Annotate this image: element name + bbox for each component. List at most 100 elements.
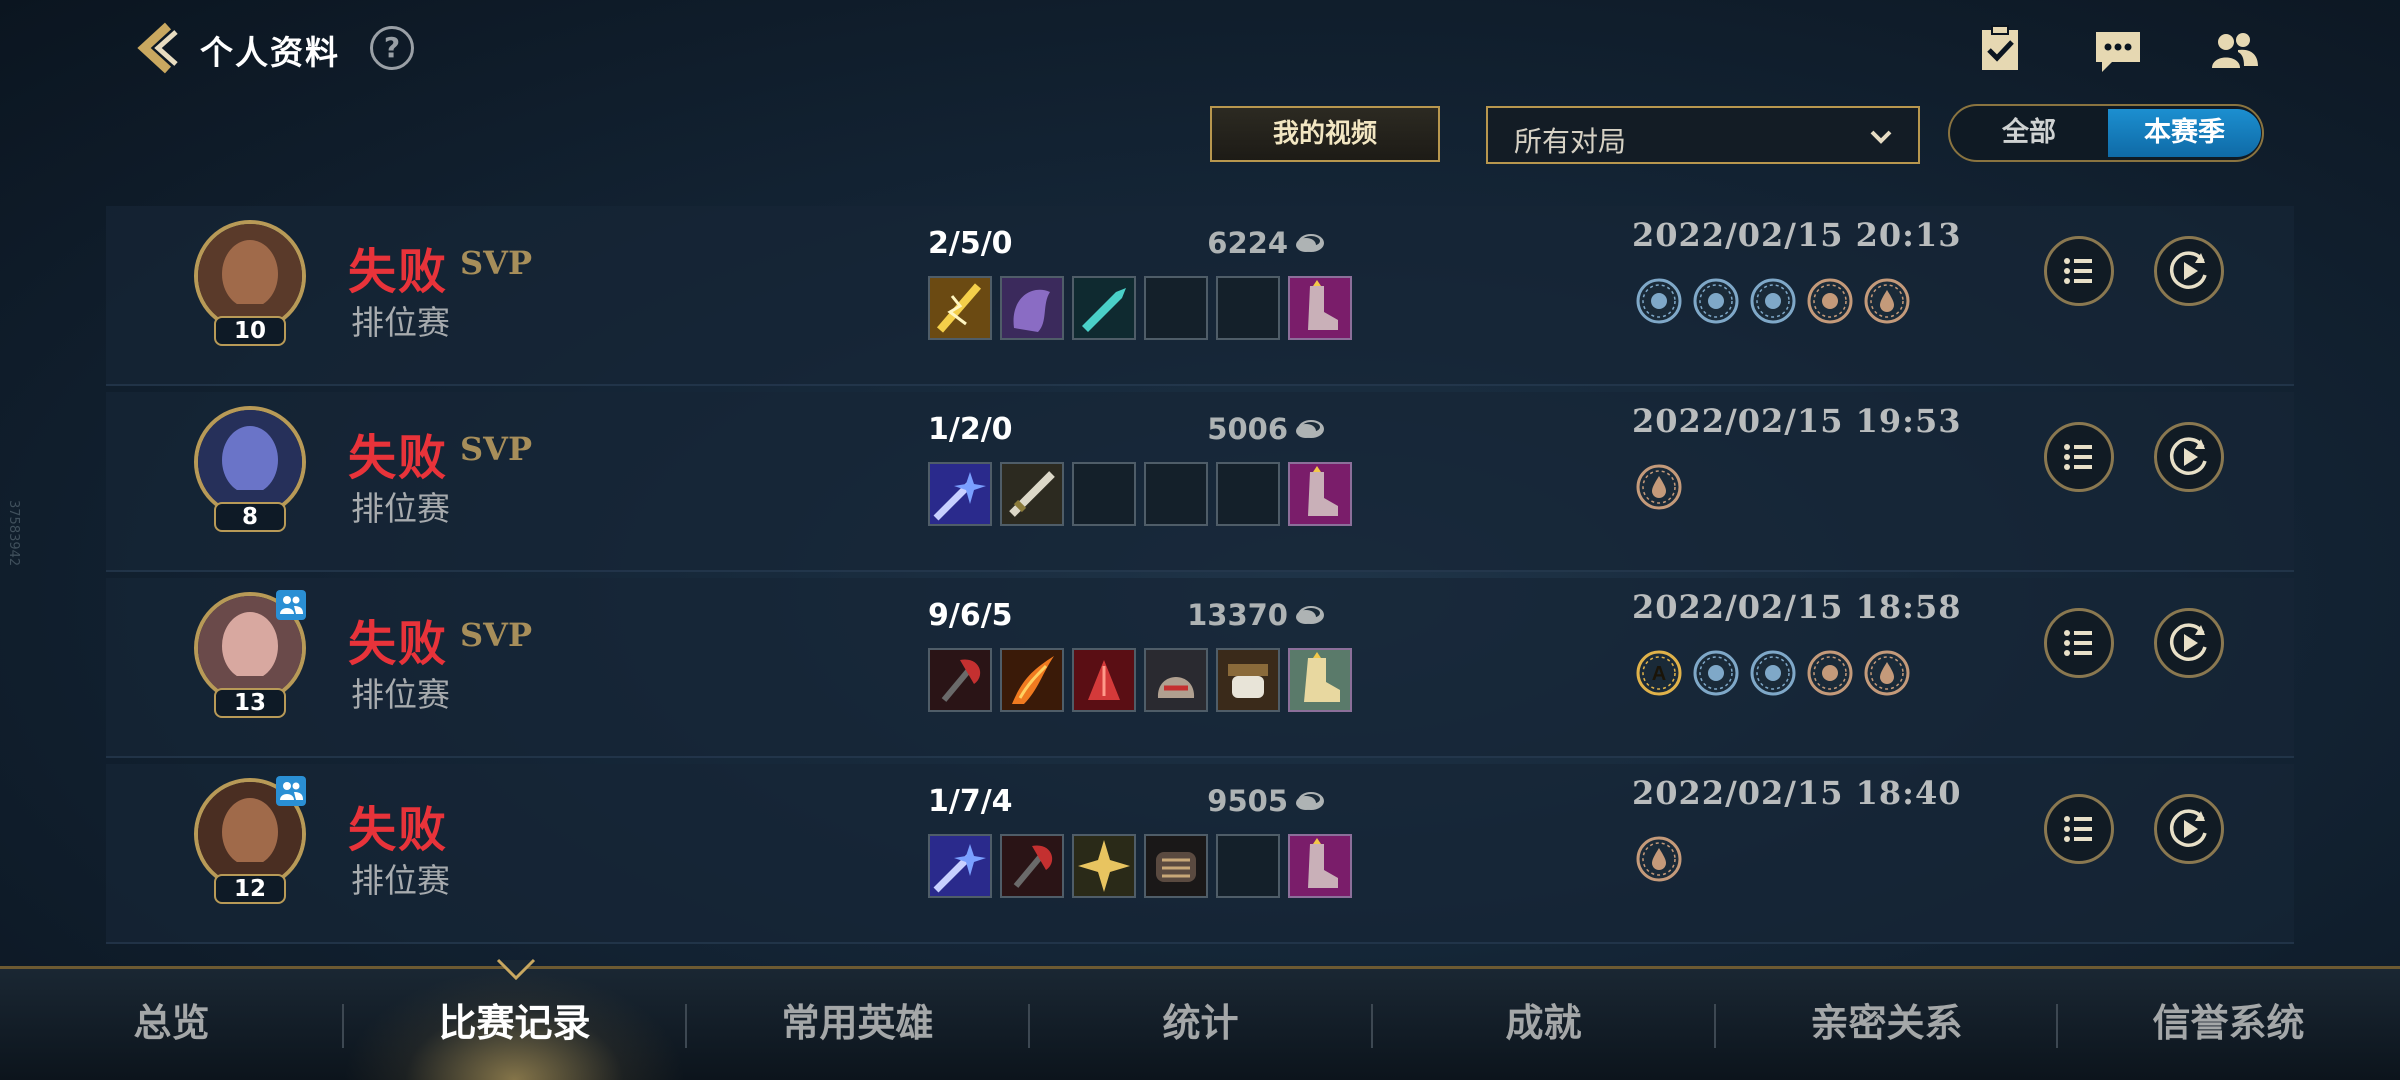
nav-tab[interactable]: 亲密关系 [1715, 969, 2058, 1080]
nav-tab[interactable]: 成就 [1372, 969, 1715, 1080]
gold-coin-icon [1296, 606, 1324, 624]
warrior-helm-icon[interactable] [1144, 648, 1208, 712]
chevron-left-icon [137, 22, 178, 74]
replay-button[interactable] [2154, 422, 2224, 492]
boots-icon[interactable] [1288, 834, 1352, 898]
gold-value: 5006 [1207, 412, 1288, 446]
empty-slot[interactable] [1216, 462, 1280, 526]
tree-medal-icon[interactable] [1807, 278, 1853, 324]
long-sword-icon[interactable] [1000, 462, 1064, 526]
hero-avatar: 12 [190, 776, 310, 908]
gold-coin-icon [1296, 792, 1324, 810]
gold-value: 9505 [1207, 784, 1288, 818]
crimson-claw-icon[interactable] [1072, 648, 1136, 712]
shield-medal-icon[interactable] [1693, 650, 1739, 696]
nav-tab[interactable]: 比赛记录 [343, 969, 686, 1080]
flame-medal-icon[interactable] [1750, 278, 1796, 324]
page-title: 个人资料 [200, 33, 340, 72]
gold-earned: 13370 [1156, 598, 1326, 632]
match-type-dropdown[interactable]: 所有对局 [1486, 106, 1920, 164]
party-icon [276, 776, 306, 806]
match-result: 失败 [348, 430, 449, 486]
nav-divider [342, 1004, 344, 1048]
gold-value: 13370 [1187, 598, 1288, 632]
gauntlet-icon[interactable] [1216, 648, 1280, 712]
svp-badge: SVP [460, 430, 532, 468]
kda: 1/7/4 [928, 784, 1013, 819]
my-videos-button[interactable]: 我的视频 [1210, 106, 1440, 162]
hero-avatar: 10 [190, 220, 310, 350]
spiral-medal-icon[interactable] [1750, 650, 1796, 696]
gold-mace-icon[interactable] [1072, 834, 1136, 898]
nav-tab[interactable]: 统计 [1029, 969, 1372, 1080]
empty-slot[interactable] [1216, 276, 1280, 340]
chat-icon[interactable] [2092, 24, 2144, 76]
droplet-medal-icon[interactable] [1636, 836, 1682, 882]
dark-gauntlet-icon[interactable] [1144, 834, 1208, 898]
empty-slot[interactable] [1216, 834, 1280, 898]
season-toggle: 全部 本赛季 [1948, 104, 2264, 162]
match-result: 失败 [348, 616, 449, 672]
kda: 9/6/5 [928, 598, 1013, 633]
game-mode: 排位赛 [351, 489, 450, 528]
red-axe-icon[interactable] [1000, 834, 1064, 898]
droplet-medal-icon[interactable] [1864, 650, 1910, 696]
tree-medal-icon[interactable] [1807, 650, 1853, 696]
tasks-icon[interactable] [1974, 24, 2026, 76]
match-details-button[interactable] [2044, 794, 2114, 864]
gold-a-medal-icon[interactable]: A [1636, 650, 1682, 696]
match-details-button[interactable] [2044, 422, 2114, 492]
match-row[interactable]: 10 失败 SVP 排位赛 2/5/0 6224 2022/02/15 20:13 [106, 206, 2294, 386]
lightning-sword-icon[interactable] [928, 276, 992, 340]
hero-level: 12 [214, 874, 286, 904]
list-icon [2064, 816, 2092, 842]
fire-blade-icon[interactable] [1000, 648, 1064, 712]
teal-dagger-icon[interactable] [1072, 276, 1136, 340]
chevron-down-icon [1870, 130, 1892, 144]
droplet-medal-icon[interactable] [1636, 464, 1682, 510]
empty-slot[interactable] [1072, 462, 1136, 526]
replay-button[interactable] [2154, 794, 2224, 864]
match-row[interactable]: 12 失败 排位赛 1/7/4 9505 2022/02/15 18:40 [106, 764, 2294, 944]
hero-avatar: 13 [190, 590, 310, 722]
match-details-button[interactable] [2044, 608, 2114, 678]
empty-slot[interactable] [1144, 276, 1208, 340]
red-axe-icon[interactable] [928, 648, 992, 712]
match-details-button[interactable] [2044, 236, 2114, 306]
match-date: 2022/02/15 18:58 [1632, 588, 1962, 626]
toggle-all[interactable]: 全部 [1950, 106, 2108, 160]
sword-medal-icon[interactable] [1693, 278, 1739, 324]
flag-medal-icon[interactable] [1636, 278, 1682, 324]
toggle-this-season[interactable]: 本赛季 [2108, 109, 2261, 157]
match-row[interactable]: 13 失败 SVP 排位赛 9/6/5 13370 2022/02/15 18:58 A [106, 578, 2294, 758]
star-blade-icon[interactable] [928, 462, 992, 526]
purple-cloak-icon[interactable] [1000, 276, 1064, 340]
match-row[interactable]: 8 失败 SVP 排位赛 1/2/0 5006 2022/02/15 19:53 [106, 392, 2294, 572]
hero-level: 13 [214, 688, 286, 718]
nav-tab[interactable]: 信誉系统 [2057, 969, 2400, 1080]
friends-icon[interactable] [2208, 24, 2260, 76]
match-result: 失败 [348, 802, 449, 858]
replay-icon [2169, 437, 2207, 475]
replay-button[interactable] [2154, 608, 2224, 678]
star-blade-icon[interactable] [928, 834, 992, 898]
empty-slot[interactable] [1144, 462, 1208, 526]
help-button[interactable]: ? [370, 26, 414, 70]
list-icon [2064, 258, 2092, 284]
replay-icon [2169, 251, 2207, 289]
boots-icon[interactable] [1288, 462, 1352, 526]
nav-tab[interactable]: 总览 [0, 969, 343, 1080]
hero-level: 8 [214, 502, 286, 532]
back-button[interactable] [128, 20, 184, 76]
nav-tab[interactable]: 常用英雄 [686, 969, 1029, 1080]
list-icon [2064, 630, 2092, 656]
replay-button[interactable] [2154, 236, 2224, 306]
boots-icon[interactable] [1288, 276, 1352, 340]
gold-earned: 5006 [1156, 412, 1326, 446]
droplet-medal-icon[interactable] [1864, 278, 1910, 324]
hero-level: 10 [214, 316, 286, 346]
armored-boots-icon[interactable] [1288, 648, 1352, 712]
nav-divider [2056, 1004, 2058, 1048]
svp-badge: SVP [460, 616, 532, 654]
hero-avatar: 8 [190, 406, 310, 536]
